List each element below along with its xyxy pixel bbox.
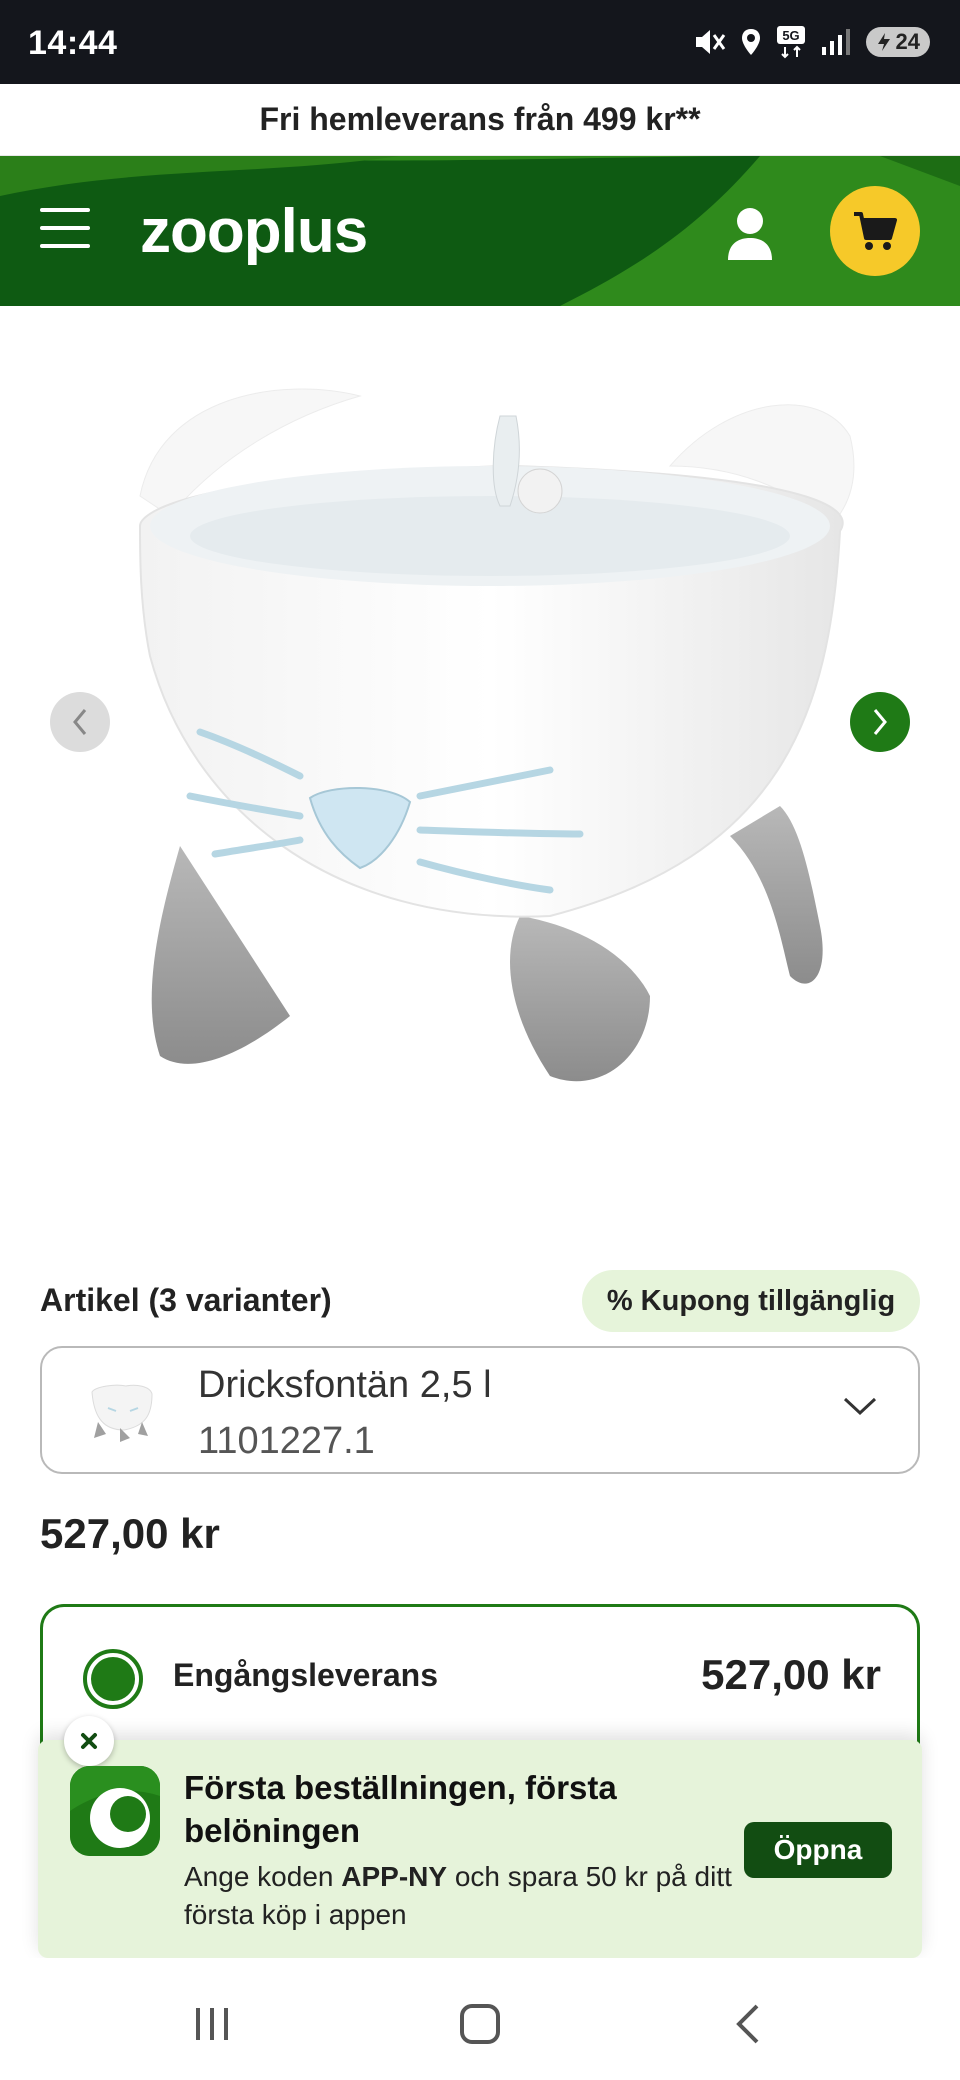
chevron-right-icon (873, 709, 887, 735)
status-icons: 5G 24 (692, 22, 930, 62)
banner-text-before: Ange koden (184, 1861, 342, 1892)
chevron-down-icon (843, 1397, 877, 1416)
recent-apps-button[interactable] (182, 1994, 242, 2054)
status-bar: 14:44 5G 24 (0, 0, 960, 84)
promo-code: APP-NY (341, 1861, 448, 1892)
variant-dropdown[interactable]: Dricksfontän 2,5 l 1101227.1 (40, 1346, 920, 1474)
variant-article-number: 1101227.1 (198, 1420, 375, 1462)
menu-icon-bar (40, 208, 90, 212)
delivery-radio-selected[interactable] (83, 1649, 143, 1709)
product-gallery[interactable] (0, 306, 960, 1206)
free-delivery-banner[interactable]: Fri hemleverans från 499 kr** (0, 84, 960, 156)
coupon-badge[interactable]: % Kupong tillgänglig (582, 1270, 920, 1332)
svg-text:5G: 5G (782, 28, 799, 43)
product-image[interactable] (130, 356, 930, 1116)
battery-indicator: 24 (865, 27, 930, 57)
banner-title: Första beställningen, första belöningen (184, 1769, 617, 1849)
variant-name: Dricksfontän 2,5 l (198, 1364, 492, 1406)
user-icon (728, 208, 772, 260)
gallery-prev-button[interactable] (50, 692, 110, 752)
site-header: zooplus (0, 156, 960, 306)
recent-apps-icon (196, 2008, 228, 2040)
status-time: 14:44 (28, 24, 118, 62)
delivery-option-one-time[interactable]: Engångsleverans 527,00 kr (40, 1604, 920, 1744)
app-promo-banner: Första beställningen, första belöningen … (38, 1716, 922, 1958)
cart-button[interactable] (830, 186, 920, 276)
zooplus-logo[interactable]: zooplus (140, 196, 368, 267)
zooplus-app-icon (70, 1766, 160, 1856)
close-banner-button[interactable] (64, 1716, 114, 1766)
banner-text: Ange koden APP-NY och spara 50 kr på dit… (184, 1858, 744, 1934)
product-price: 527,00 kr (40, 1510, 220, 1557)
radio-dot (91, 1657, 135, 1701)
location-icon (740, 27, 762, 57)
menu-icon-bar (40, 226, 90, 230)
cart-icon (854, 212, 897, 250)
variant-thumbnail (91, 1384, 153, 1442)
home-icon (460, 2004, 500, 2044)
home-button[interactable] (450, 1994, 510, 2054)
signal-icon (820, 27, 852, 57)
close-icon (81, 1733, 97, 1749)
mute-icon (692, 27, 726, 57)
delivery-label: Engångsleverans (173, 1657, 438, 1693)
menu-icon-bar (40, 244, 90, 248)
back-icon (736, 2004, 759, 2044)
menu-button[interactable] (40, 208, 92, 252)
battery-level: 24 (895, 29, 920, 54)
variant-section-title: Artikel (3 varianter) (40, 1282, 332, 1318)
gallery-next-button[interactable] (850, 692, 910, 752)
back-button[interactable] (718, 1994, 778, 2054)
system-navigation-bar (0, 1958, 960, 2080)
user-account-button[interactable] (724, 206, 776, 262)
5g-icon: 5G (776, 25, 806, 59)
chevron-left-icon (73, 709, 87, 735)
delivery-price: 527,00 kr (701, 1651, 881, 1698)
open-app-button[interactable]: Öppna (744, 1822, 892, 1878)
